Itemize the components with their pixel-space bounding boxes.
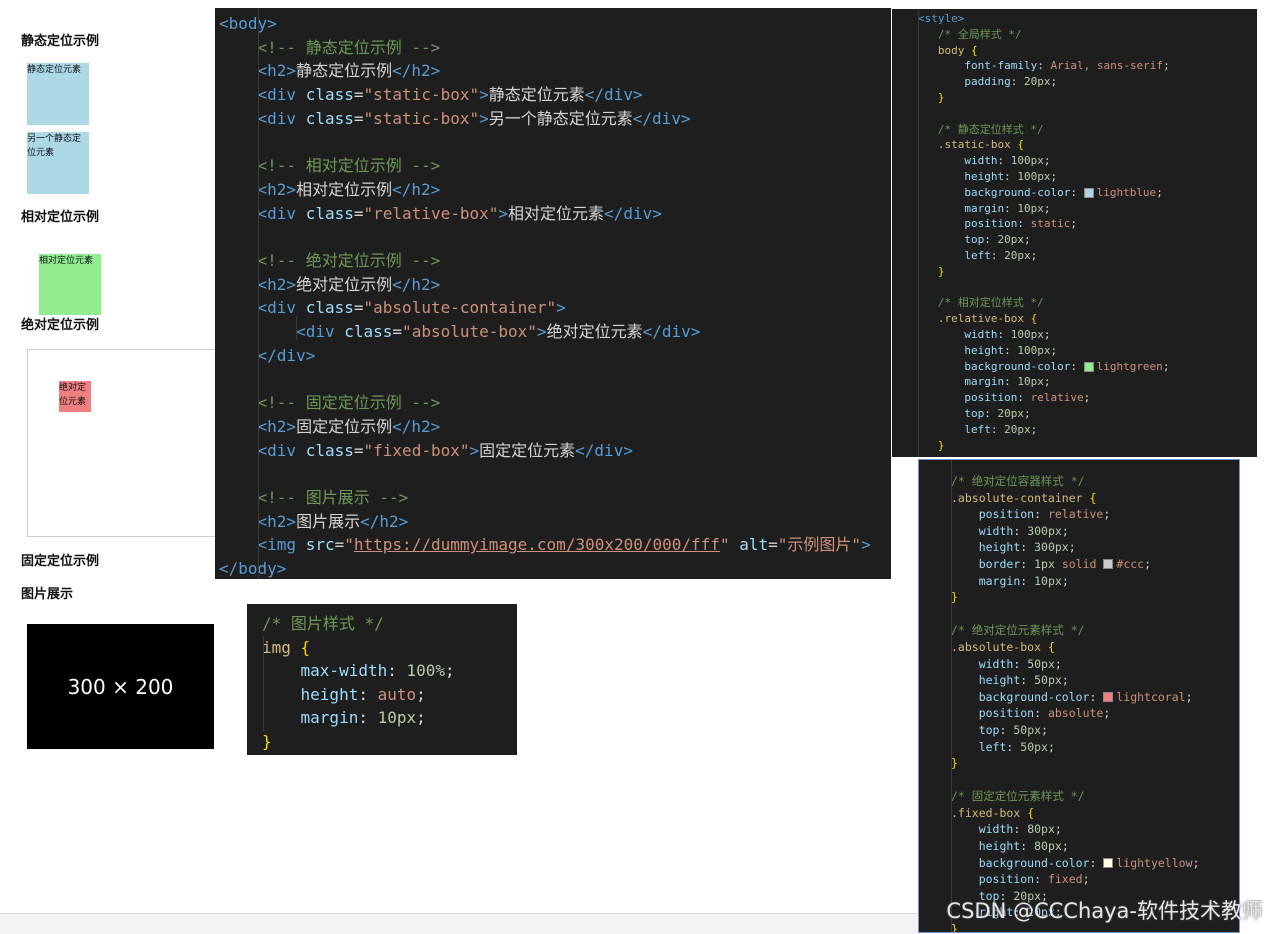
- code-line: <div class="static-box">静态定位元素</div>: [257, 85, 643, 105]
- code-text: 绝对定位元素: [546, 322, 643, 342]
- code-line: <img src="https://dummyimage.com/300x200…: [257, 535, 871, 555]
- code-line: <h2>静态定位示例</h2>: [257, 61, 441, 81]
- code-token: </body>: [219, 559, 287, 579]
- fixed-heading: 固定定位示例: [21, 554, 100, 569]
- code-comment: /* 相对定位样式 */: [937, 296, 1044, 310]
- code-text: 静态定位元素: [488, 85, 585, 105]
- code-comment: <!-- 图片展示 -->: [257, 488, 409, 508]
- code-line: <h2>相对定位示例</h2>: [257, 179, 441, 199]
- code-token: <body>: [219, 14, 277, 33]
- code-comment: <!-- 静态定位示例 -->: [257, 37, 441, 57]
- static-box-2: 另一个静态定位元素: [27, 132, 89, 194]
- code-class: fixed-box: [373, 440, 460, 460]
- code-comment: /* 静态定位样式 */: [937, 122, 1044, 136]
- code-comment: /* 绝对定位容器样式 */: [951, 474, 1085, 488]
- relative-box: 相对定位元素: [39, 254, 101, 315]
- code-text: 另一个静态定位元素: [488, 108, 633, 128]
- code-line: <div class="absolute-box">绝对定位元素</div>: [296, 322, 701, 342]
- img-style-code-panel: /* 图片样式 */ img { max-width: 100%; height…: [247, 604, 517, 755]
- code-text: 图片展示: [296, 511, 361, 531]
- code-text: 相对定位示例: [296, 179, 393, 199]
- code-line: </div>: [257, 345, 316, 365]
- code-line: <!-- 图片展示 -->: [219, 486, 891, 510]
- code-comment: /* 图片样式 */: [262, 614, 384, 633]
- code-url-link[interactable]: https://dummyimage.com/300x200/000/fff: [354, 535, 720, 554]
- code-line: </body>: [219, 557, 891, 579]
- code-value: lightgreen: [1096, 359, 1163, 373]
- code-text: 静态定位示例: [296, 61, 393, 81]
- code-line: <div class="fixed-box">固定定位元素</div>: [257, 440, 633, 460]
- code-comment: /* 绝对定位元素样式 */: [951, 623, 1085, 638]
- watermark: CSDN @CCChaya-软件技术教师: [946, 899, 1263, 923]
- demo-image: 300 × 200: [27, 624, 214, 749]
- code-text: 示例图片: [787, 535, 852, 555]
- image-placeholder-text: 300 × 200: [67, 674, 174, 699]
- code-text: 固定定位示例: [296, 416, 393, 436]
- code-line: <div class="static-box">另一个静态定位元素</div>: [257, 108, 691, 128]
- code-value: lightyellow: [1116, 855, 1193, 870]
- code-line: <!-- 固定定位示例 -->: [219, 391, 891, 415]
- code-value: Arial, sans-serif: [1050, 59, 1164, 73]
- static-heading: 静态定位示例: [21, 34, 100, 49]
- code-comment: <!-- 固定定位示例 -->: [257, 393, 441, 413]
- style-code-panel-2: /* 绝对定位容器样式 */ .absolute-container { pos…: [918, 459, 1240, 933]
- absolute-container: 绝对定位元素: [27, 349, 227, 537]
- code-text: 固定定位元素: [479, 440, 576, 460]
- code-line: <h2>绝对定位示例</h2>: [257, 274, 441, 294]
- code-line: <div class="absolute-container">: [257, 298, 566, 318]
- color-swatch[interactable]: [1103, 858, 1114, 869]
- code-comment: /* 固定定位元素样式 */: [951, 789, 1085, 804]
- color-swatch[interactable]: [1103, 559, 1114, 570]
- bottom-taskbar: [0, 913, 918, 934]
- color-swatch[interactable]: [1083, 187, 1094, 198]
- code-class: absolute-container: [373, 298, 547, 318]
- code-line: <!-- 绝对定位示例 -->: [219, 249, 891, 273]
- code-comment: /* 全局样式 */: [937, 27, 1022, 41]
- code-value: #ccc: [1116, 556, 1145, 571]
- relative-heading: 相对定位示例: [21, 210, 100, 225]
- color-swatch[interactable]: [1103, 692, 1114, 703]
- html-code-panel: <body> <!-- 静态定位示例 --> <h2>静态定位示例</h2> <…: [215, 8, 891, 579]
- code-line: <h2>固定定位示例</h2>: [257, 416, 441, 436]
- static-box-1: 静态定位元素: [27, 63, 89, 125]
- code-line: <div class="relative-box">相对定位元素</div>: [257, 203, 662, 223]
- absolute-box: 绝对定位元素: [59, 381, 91, 412]
- code-text: 相对定位元素: [508, 203, 605, 223]
- absolute-heading: 绝对定位示例: [21, 318, 100, 333]
- color-swatch[interactable]: [1083, 361, 1094, 372]
- code-comment: <!-- 绝对定位示例 -->: [257, 251, 441, 271]
- style-code-panel-1: <style> /* 全局样式 */ body { font-family: A…: [892, 9, 1257, 457]
- code-line: <h2>图片展示</h2>: [257, 511, 409, 531]
- code-class: static-box: [373, 108, 470, 128]
- code-line: <body>: [219, 12, 891, 36]
- code-token: <style>: [918, 12, 965, 25]
- image-heading: 图片展示: [21, 587, 74, 602]
- code-text: 绝对定位示例: [296, 274, 393, 294]
- code-selector: img: [262, 637, 291, 657]
- code-class: static-box: [373, 85, 470, 105]
- code-value: lightblue: [1096, 185, 1157, 199]
- code-comment: <!-- 相对定位示例 -->: [257, 156, 441, 176]
- code-value: lightcoral: [1116, 689, 1186, 704]
- code-class: relative-box: [373, 203, 489, 223]
- code-class: absolute-box: [411, 322, 528, 342]
- code-line: <!-- 静态定位示例 -->: [219, 36, 891, 60]
- code-line: <!-- 相对定位示例 -->: [219, 154, 891, 178]
